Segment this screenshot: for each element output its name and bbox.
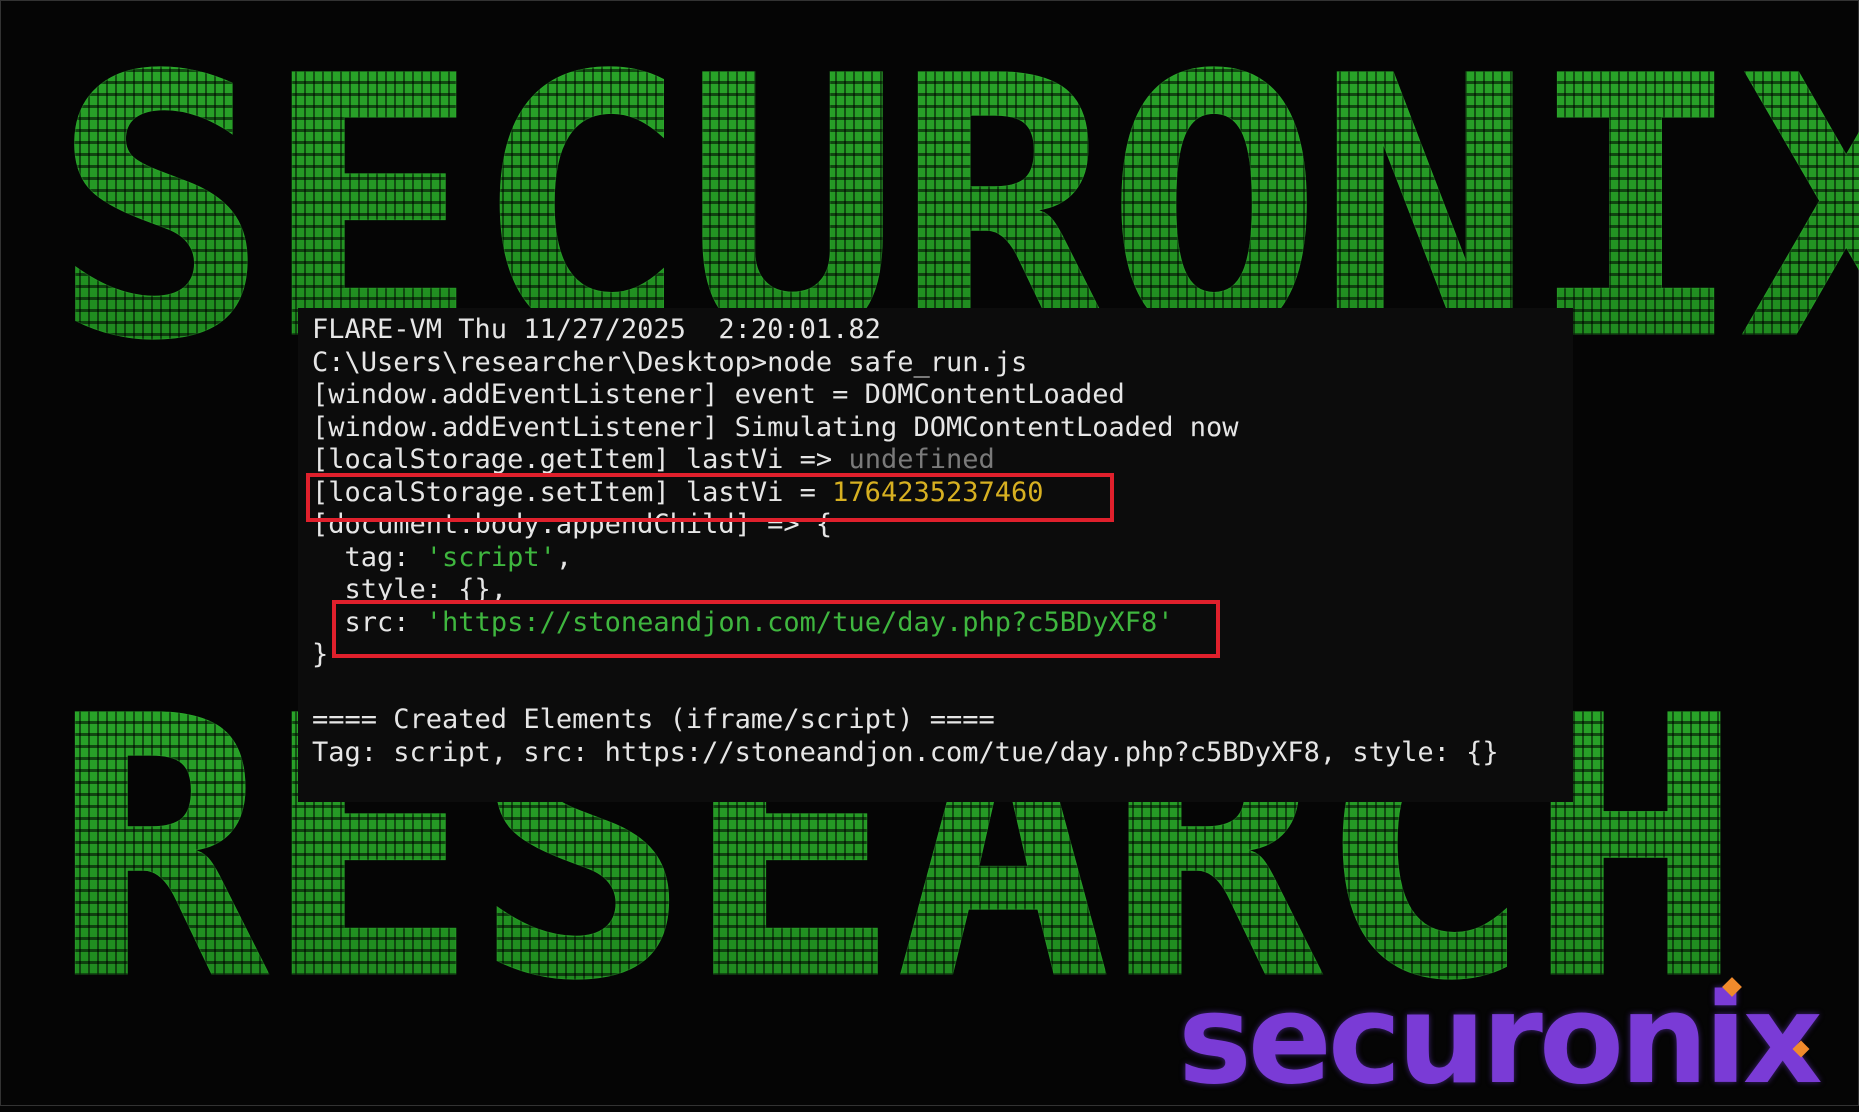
terminal-line-command: C:\Users\researcher\Desktop>node safe_ru…: [312, 346, 1028, 378]
tag-suffix: ,: [555, 541, 573, 573]
terminal-line-getitem: [localStorage.getItem] lastVi => undefin…: [312, 444, 1559, 477]
getitem-prefix: [localStorage.getItem] lastVi =>: [312, 444, 849, 475]
highlight-box-src: [332, 600, 1220, 658]
terminal-line-simulating: [window.addEventListener] Simulating DOM…: [312, 411, 1239, 443]
tag-value: 'script': [425, 541, 556, 573]
terminal-window[interactable]: FLARE-VM Thu 11/27/2025 2:20:01.82 C:\Us…: [298, 308, 1573, 802]
getitem-value: undefined: [848, 444, 995, 475]
terminal-line-created-elements-header: ==== Created Elements (iframe/script) ==…: [312, 704, 995, 735]
terminal-line-event-listener: [window.addEventListener] event = DOMCon…: [312, 379, 1125, 410]
securonix-logo: securonix: [1178, 968, 1823, 1112]
tag-prefix: tag:: [312, 541, 426, 573]
terminal-line-created-element: Tag: script, src: https://stoneandjon.co…: [312, 736, 1499, 768]
terminal-line-tag: tag: 'script',: [312, 542, 1559, 575]
highlight-box-setitem: [306, 473, 1114, 522]
terminal-line-prompt-date: FLARE-VM Thu 11/27/2025 2:20:01.82: [312, 314, 881, 345]
